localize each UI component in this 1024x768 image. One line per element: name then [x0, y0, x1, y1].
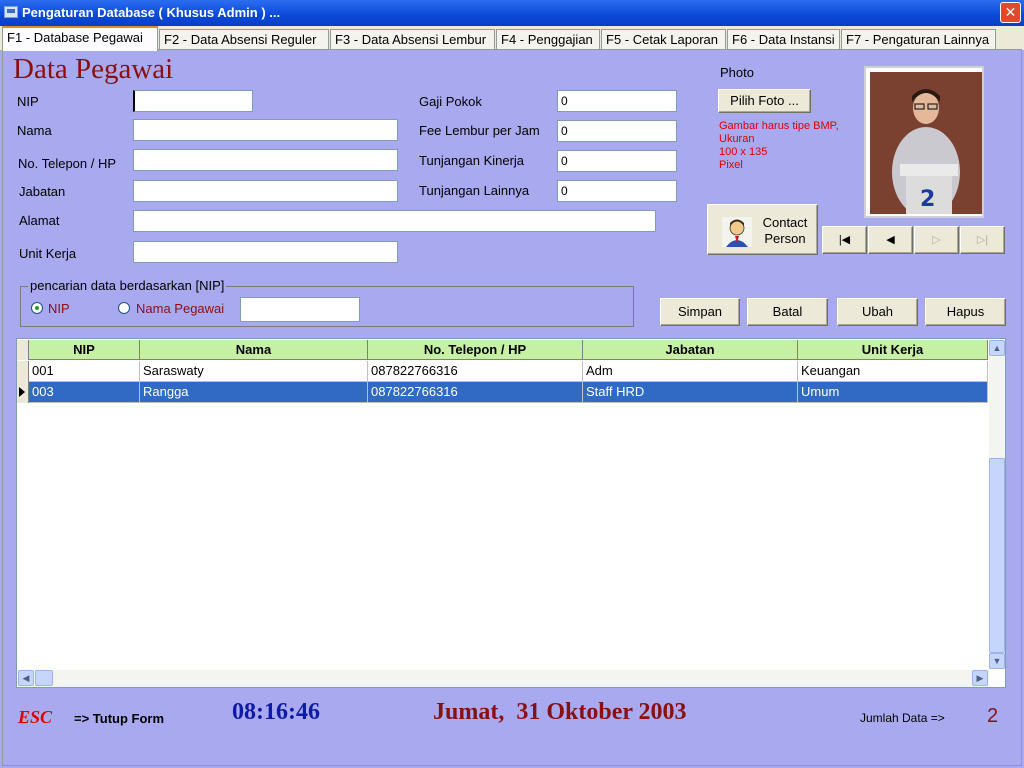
radio-nama-pegawai-label[interactable]: Nama Pegawai: [136, 301, 224, 316]
jabatan-field[interactable]: [133, 180, 398, 202]
tab-absensi-lembur[interactable]: F3 - Data Absensi Lembur: [330, 29, 495, 50]
cell-nama[interactable]: Rangga: [140, 382, 368, 403]
nama-field[interactable]: [133, 119, 398, 141]
table-row[interactable]: 001 Saraswaty 087822766316 Adm Keuangan: [17, 361, 988, 382]
horizontal-scrollbar[interactable]: ◀ ▶: [18, 670, 989, 687]
hapus-button[interactable]: Hapus: [925, 298, 1006, 326]
photo-frame: 2: [864, 66, 984, 218]
grid-corner: [17, 340, 29, 360]
close-form-hint: => Tutup Form: [74, 711, 165, 726]
ubah-button[interactable]: Ubah: [837, 298, 918, 326]
row-indicator[interactable]: [17, 382, 29, 403]
tunjangan-lainnya-label: Tunjangan Lainnya: [419, 183, 530, 198]
title-bar: Pengaturan Database ( Khusus Admin ) ...…: [0, 0, 1024, 26]
column-header-nama[interactable]: Nama: [140, 340, 368, 360]
page-title: Data Pegawai: [13, 53, 174, 85]
search-input[interactable]: [240, 297, 360, 322]
nav-last-button[interactable]: ▷|: [960, 226, 1005, 254]
nip-label: NIP: [17, 94, 39, 109]
cell-nip[interactable]: 003: [29, 382, 140, 403]
vertical-scroll-thumb[interactable]: [989, 458, 1005, 653]
current-row-arrow-icon: [19, 387, 25, 397]
clock: 08:16:46: [232, 699, 320, 725]
unit-kerja-field[interactable]: [133, 241, 398, 263]
next-record-icon: ▷: [932, 234, 941, 246]
svg-text:2: 2: [920, 187, 935, 212]
pilih-foto-button[interactable]: Pilih Foto ...: [718, 89, 811, 113]
column-header-nip[interactable]: NIP: [29, 340, 140, 360]
fee-lembur-label: Fee Lembur per Jam: [419, 123, 540, 138]
cell-jabatan[interactable]: Adm: [583, 361, 798, 382]
horizontal-scroll-thumb[interactable]: [35, 670, 53, 686]
column-header-jabatan[interactable]: Jabatan: [583, 340, 798, 360]
photo-requirement-note: Gambar harus tipe BMP, Ukuran 100 x 135 …: [719, 120, 839, 171]
simpan-button[interactable]: Simpan: [660, 298, 740, 326]
search-group-legend: pencarian data berdasarkan [NIP]: [28, 278, 227, 293]
close-button[interactable]: ✕: [1000, 2, 1021, 23]
employee-grid[interactable]: NIP Nama No. Telepon / HP Jabatan Unit K…: [16, 338, 1006, 688]
cell-nama[interactable]: Saraswaty: [140, 361, 368, 382]
gaji-pokok-label: Gaji Pokok: [419, 94, 482, 109]
tunjangan-kinerja-label: Tunjangan Kinerja: [419, 153, 525, 168]
cell-unit-kerja[interactable]: Umum: [798, 382, 988, 403]
employee-photo: 2: [870, 72, 982, 214]
tab-strip: F1 - Database Pegawai F2 - Data Absensi …: [0, 26, 1024, 51]
esc-key-hint: ESC: [18, 707, 53, 727]
cell-jabatan[interactable]: Staff HRD: [583, 382, 798, 403]
scroll-up-icon[interactable]: ▲: [989, 340, 1005, 356]
radio-nama-pegawai[interactable]: [118, 302, 130, 314]
nip-field[interactable]: [133, 90, 253, 112]
vertical-scrollbar[interactable]: ▲ ▼: [989, 340, 1005, 669]
cell-telepon[interactable]: 087822766316: [368, 382, 583, 403]
alamat-label: Alamat: [19, 213, 60, 228]
cell-nip[interactable]: 001: [29, 361, 140, 382]
tab-absensi-reguler[interactable]: F2 - Data Absensi Reguler: [159, 29, 329, 50]
nav-next-button[interactable]: ▷: [914, 226, 959, 254]
telepon-label: No. Telepon / HP: [18, 156, 117, 171]
cell-unit-kerja[interactable]: Keuangan: [798, 361, 988, 382]
app-icon: [4, 6, 18, 18]
table-row-selected[interactable]: 003 Rangga 087822766316 Staff HRD Umum: [17, 382, 988, 403]
tunjangan-kinerja-field[interactable]: 0: [557, 150, 677, 172]
column-header-telepon[interactable]: No. Telepon / HP: [368, 340, 583, 360]
tab-cetak-laporan[interactable]: F5 - Cetak Laporan: [601, 29, 726, 50]
nav-previous-button[interactable]: ◀: [868, 226, 913, 254]
record-count-label: Jumlah Data =>: [860, 711, 945, 725]
tab-penggajian[interactable]: F4 - Penggajian: [496, 29, 600, 50]
alamat-field[interactable]: [133, 210, 656, 232]
tab-data-instansi[interactable]: F6 - Data Instansi: [727, 29, 840, 50]
fee-lembur-field[interactable]: 0: [557, 120, 677, 142]
column-header-unit-kerja[interactable]: Unit Kerja: [798, 340, 988, 360]
jabatan-label: Jabatan: [19, 184, 66, 199]
scroll-left-icon[interactable]: ◀: [18, 670, 34, 686]
grid-header: NIP Nama No. Telepon / HP Jabatan Unit K…: [17, 340, 988, 360]
tab-pengaturan-lainnya[interactable]: F7 - Pengaturan Lainnya: [841, 29, 996, 50]
contact-person-label: Contact Person: [762, 215, 808, 246]
scroll-right-icon[interactable]: ▶: [972, 670, 988, 686]
unit-kerja-label: Unit Kerja: [19, 246, 77, 261]
row-indicator[interactable]: [17, 361, 29, 382]
date-display: Jumat, 31 Oktober 2003: [433, 699, 687, 725]
nav-first-button[interactable]: |◀: [822, 226, 867, 254]
tab-database-pegawai[interactable]: F1 - Database Pegawai: [2, 26, 158, 51]
window-title: Pengaturan Database ( Khusus Admin ) ...: [22, 5, 281, 20]
nama-label: Nama: [17, 123, 52, 138]
tunjangan-lainnya-field[interactable]: 0: [557, 180, 677, 202]
previous-record-icon: ◀: [886, 234, 895, 246]
radio-nip[interactable]: [31, 302, 43, 314]
batal-button[interactable]: Batal: [747, 298, 828, 326]
cell-telepon[interactable]: 087822766316: [368, 361, 583, 382]
telepon-field[interactable]: [133, 149, 398, 171]
gaji-pokok-field[interactable]: 0: [557, 90, 677, 112]
photo-label: Photo: [720, 65, 754, 80]
person-icon: [722, 217, 752, 247]
last-record-icon: ▷|: [976, 234, 989, 246]
radio-nip-label[interactable]: NIP: [48, 301, 70, 316]
record-count: 2: [987, 705, 999, 727]
first-record-icon: |◀: [838, 234, 851, 246]
contact-person-button[interactable]: Contact Person: [707, 204, 818, 255]
scroll-down-icon[interactable]: ▼: [989, 653, 1005, 669]
